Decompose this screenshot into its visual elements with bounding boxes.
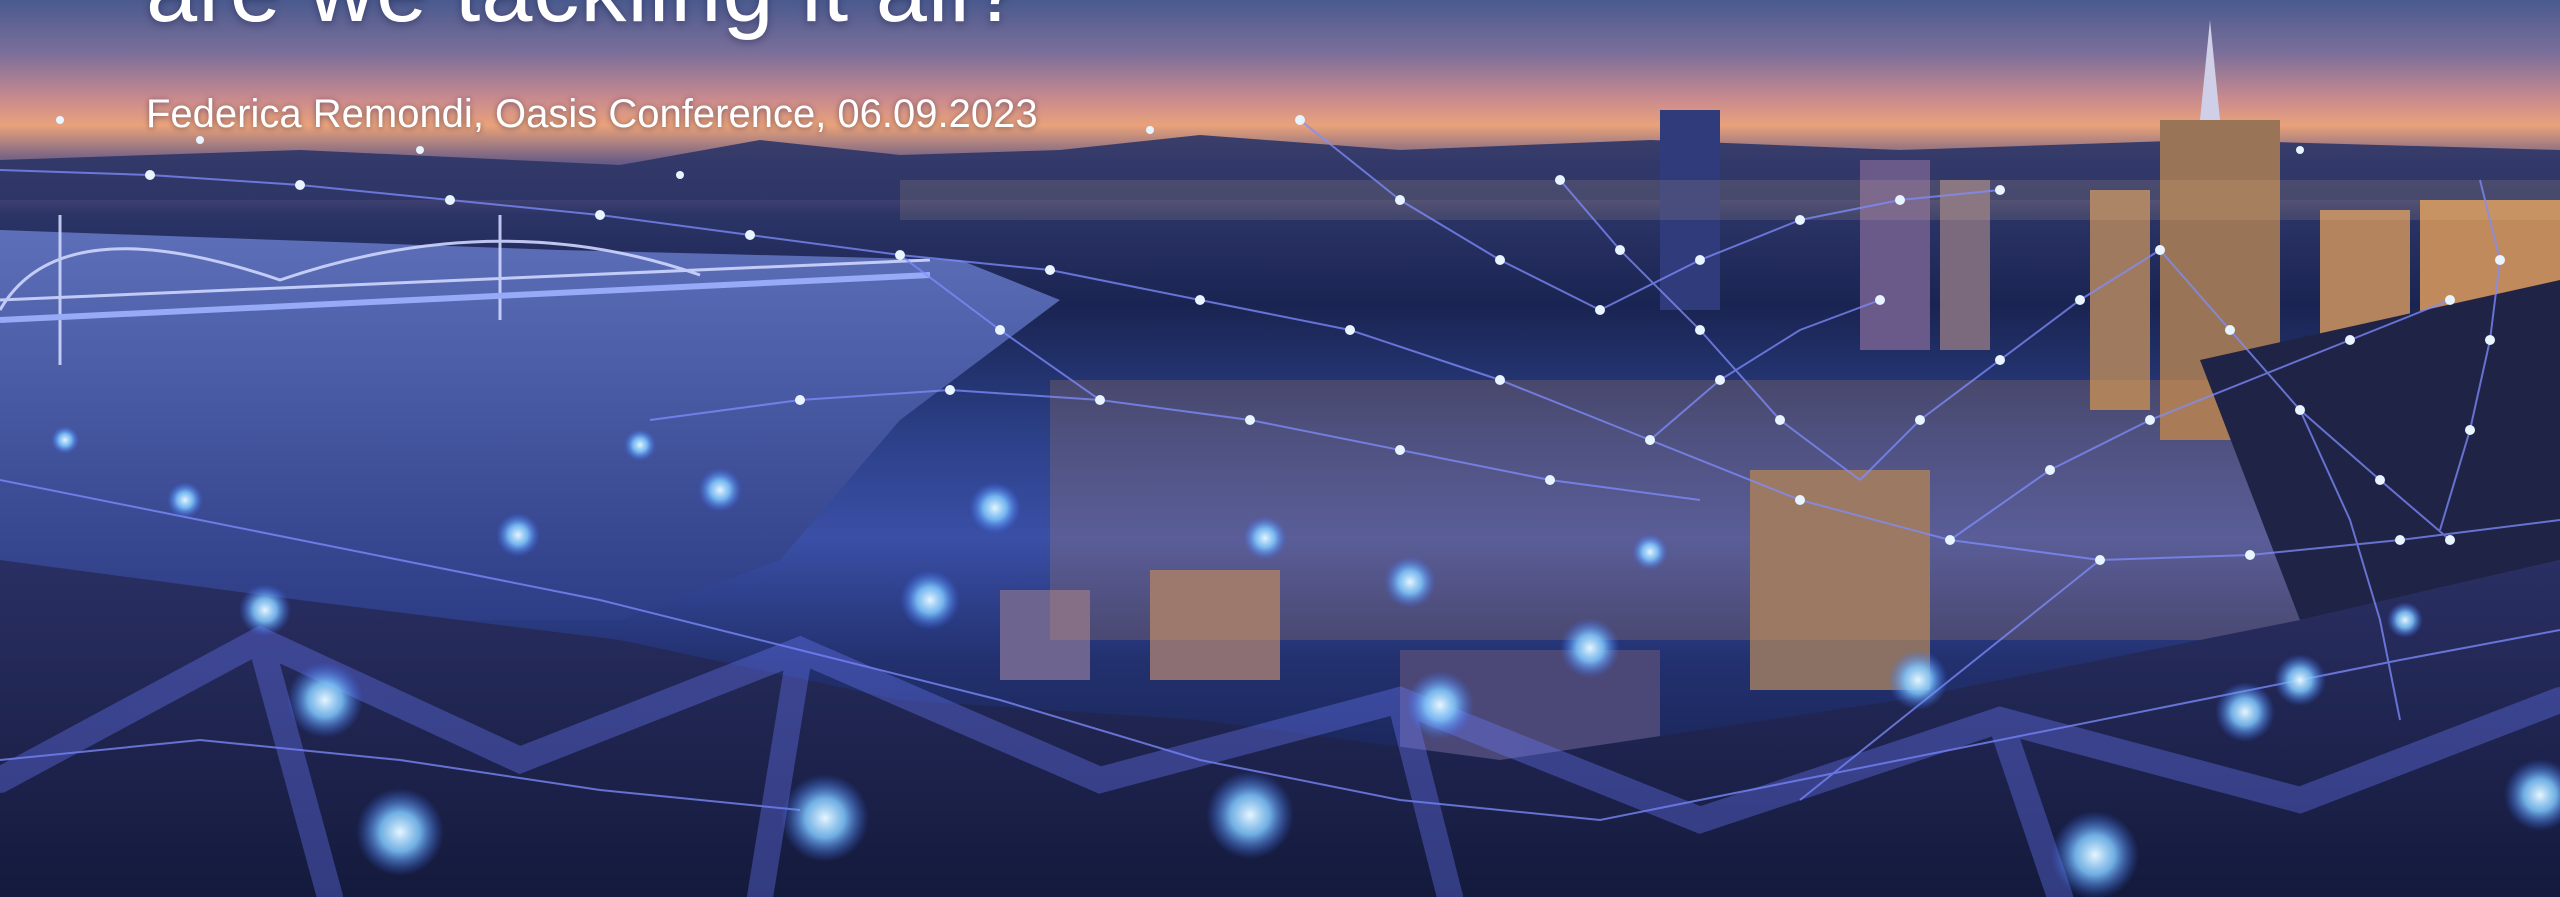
bay-water [0,230,1060,620]
presentation-slide: are we tackling it all? Federica Remondi… [0,0,2560,897]
slide-byline: Federica Remondi, Oasis Conference, 06.0… [146,92,1038,136]
slide-title: are we tackling it all? [146,0,1023,43]
